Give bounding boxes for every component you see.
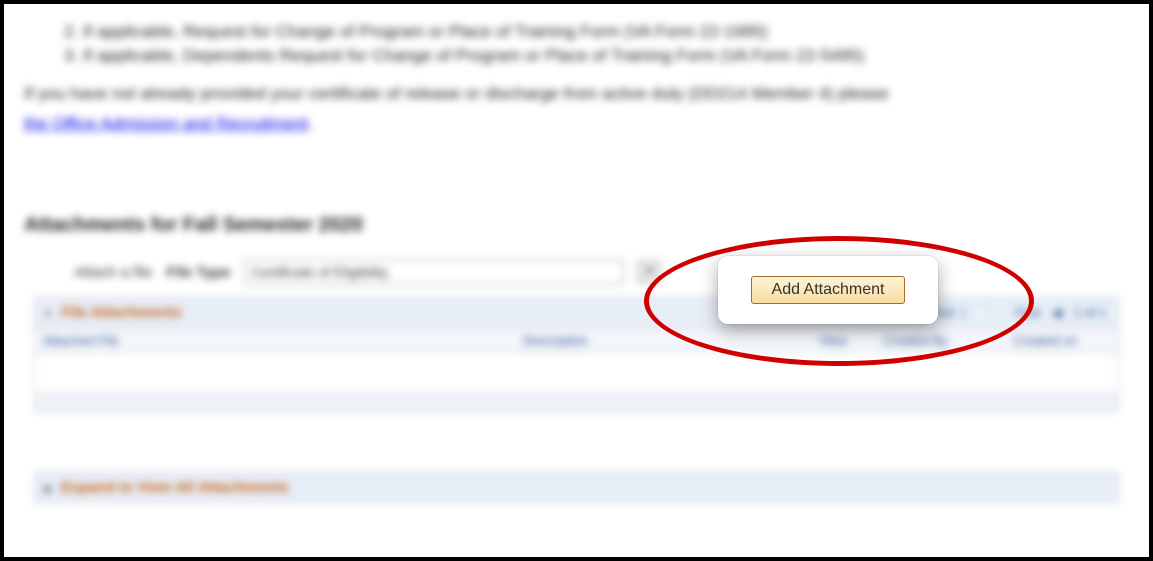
collapse-icon[interactable]: ▼ (43, 309, 53, 320)
grid-icon[interactable]: 📄 (973, 305, 989, 320)
admission-link[interactable]: the Office Admission and Recruitment (24, 114, 308, 133)
list-text: If applicable, Request for Change of Pro… (83, 22, 768, 41)
col-created-by[interactable]: Created By (883, 333, 1013, 348)
add-attachment-button[interactable]: Add Attachment (751, 276, 906, 304)
pager-count: 1 of 1 (1073, 305, 1106, 320)
numbered-list: 2. If applicable, Request for Change of … (64, 22, 1129, 66)
col-description[interactable]: Description (523, 333, 783, 348)
attachments-grid: ▼ File Attachments Personalize | Find | … (34, 297, 1119, 412)
attach-label: Attach a file (74, 264, 152, 281)
info-text: If you have not already provided your ce… (24, 84, 889, 103)
pager-first[interactable]: First (1015, 305, 1040, 320)
expand-icon: ▶ (45, 484, 53, 495)
file-type-dropdown[interactable]: Certificate of Eligibility (244, 259, 624, 285)
expand-label: Expand to View All Attachments (61, 479, 289, 496)
info-paragraph: If you have not already provided your ce… (24, 84, 1129, 104)
col-attached-file[interactable]: Attached File (43, 333, 523, 348)
add-attachment-popup: Add Attachment (718, 256, 938, 324)
col-created-on[interactable]: Created on (1013, 333, 1110, 348)
dropdown-caret-icon[interactable]: ▼ (638, 261, 660, 283)
list-number: 2. (64, 22, 78, 41)
grid-footer (35, 393, 1118, 411)
col-view[interactable]: View (783, 333, 883, 348)
list-text: If applicable, Dependents Request for Ch… (83, 46, 864, 65)
dropdown-selected: Certificate of Eligibility (251, 264, 388, 280)
grid-title: File Attachments (61, 304, 181, 321)
attach-file-row: Attach a file File Type Certificate of E… (74, 259, 1129, 285)
attachments-heading: Attachments for Fall Semester 2020 (24, 214, 1129, 237)
grid-empty-row (35, 353, 1118, 393)
pager-prev-icon[interactable]: ◀ (1052, 305, 1062, 320)
file-type-label: File Type (166, 264, 230, 281)
blurred-background: 2. If applicable, Request for Change of … (4, 4, 1149, 557)
expand-all-attachments[interactable]: ▶ Expand to View All Attachments (34, 472, 1119, 503)
list-number: 3. (64, 46, 78, 65)
